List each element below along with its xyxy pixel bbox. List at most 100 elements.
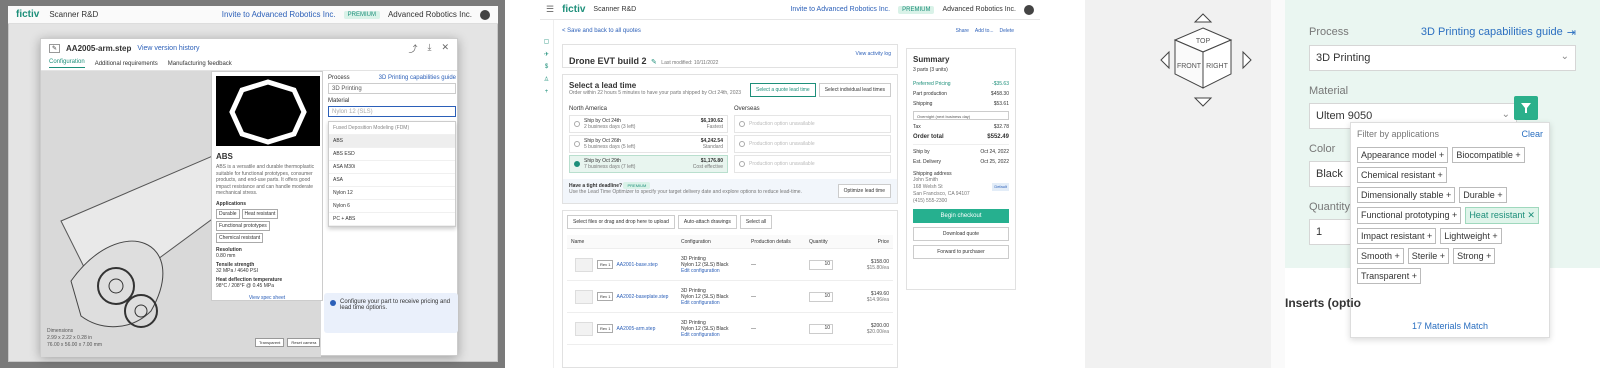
nav-quotes-icon[interactable]: $ (545, 64, 548, 70)
option-asa[interactable]: ASA (329, 174, 455, 187)
rotate-right-arrow[interactable] (1242, 50, 1252, 70)
modal-tabs: Configuration Additional requirements Ma… (41, 57, 457, 71)
download-quote-button[interactable]: Download quote (913, 227, 1009, 241)
table-row[interactable]: Rev 1 AA2001-base.step 3D Printing Nylon 1… (567, 249, 893, 281)
overseas-option-3: Production option unavailable (734, 155, 891, 173)
tab-additional-requirements[interactable]: Additional requirements (95, 61, 158, 67)
summary-card: Summary 3 parts (3 units) Preferred Pric… (906, 48, 1016, 290)
chip-biocompatible[interactable]: Biocompatible + (1452, 147, 1525, 163)
chip-lightweight[interactable]: Lightweight + (1440, 228, 1502, 244)
summary-parts[interactable]: 3 parts (3 units) (913, 67, 1009, 73)
share-icon[interactable]: ⤴ (408, 42, 417, 55)
clear-filters-link[interactable]: Clear (1521, 129, 1543, 139)
capabilities-guide-link[interactable]: 3D Printing capabilities guide (379, 75, 456, 81)
process-select[interactable]: 3D Printing (328, 83, 456, 94)
nav-parts-icon[interactable]: ▢ (544, 38, 550, 45)
process-label: Process (328, 75, 350, 81)
transparent-button[interactable]: Transparent (255, 338, 285, 347)
rotate-down-arrow[interactable] (1193, 97, 1213, 107)
nav-drone-icon[interactable]: ✈ (544, 51, 549, 58)
auto-attach-button[interactable]: Auto-attach drawings (677, 215, 737, 229)
col-quantity[interactable]: Quantity (809, 239, 849, 245)
material-search-input[interactable]: Nylon 12 (SLS) (328, 106, 456, 117)
chip-heat-resistant[interactable]: Heat resistant ✕ (1465, 207, 1539, 224)
viewer-area: TOP FRONT RIGHT (1085, 0, 1271, 368)
optimize-lead-time-button[interactable]: Optimize lead time (837, 184, 891, 198)
begin-checkout-button[interactable]: Begin checkout (913, 209, 1009, 223)
chip-appearance-model[interactable]: Appearance model + (1357, 147, 1449, 163)
brand-logo[interactable]: fictiv (16, 9, 39, 20)
avatar[interactable] (1024, 4, 1034, 15)
filter-button[interactable] (1514, 96, 1538, 120)
tab-manufacturing-feedback[interactable]: Manufacturing feedback (168, 61, 232, 67)
lead-option-standard[interactable]: Ship by Oct 26th 5 business days (5 left)… (569, 135, 728, 153)
filter-icon (1521, 103, 1531, 113)
org-name[interactable]: Advanced Robotics Inc. (388, 10, 472, 19)
chip-durable[interactable]: Durable + (1459, 187, 1507, 203)
individual-lead-time-button[interactable]: Select individual lead times (818, 83, 891, 97)
option-asa-m30i[interactable]: ASA M30i (329, 161, 455, 174)
delete-link[interactable]: Delete (1000, 28, 1014, 34)
table-row[interactable]: Rev 1 AA2002-baseplate.step 3D Printing Ny… (567, 281, 893, 313)
avatar[interactable] (480, 9, 490, 20)
quote-title-card: Drone EVT build 2 ✎ Last modified: 10/11… (562, 44, 898, 68)
part-modal: ✎ AA2005-arm.step View version history ⤴… (40, 38, 458, 357)
option-nylon-12[interactable]: Nylon 12 (329, 187, 455, 200)
option-abs-esd[interactable]: ABS ESD (329, 148, 455, 161)
chevron-down-icon: ⌄ (1501, 109, 1510, 120)
col-name[interactable]: Name (571, 239, 681, 245)
activity-log-link[interactable]: View activity log (856, 51, 891, 57)
option-pc-abs[interactable]: PC + ABS (329, 213, 455, 226)
hdt-value: 98°C / 208°F @ 0.45 MPa (216, 282, 274, 289)
chip-strong[interactable]: Strong + (1453, 248, 1496, 264)
chip-chemical-resistant[interactable]: Chemical resistant + (1357, 167, 1447, 183)
share-link[interactable]: Share (956, 28, 969, 34)
process-select[interactable]: 3D Printing ⌄ (1309, 45, 1576, 71)
edit-name-icon[interactable]: ✎ (651, 59, 657, 66)
forward-to-purchaser-button[interactable]: Forward to purchaser (913, 245, 1009, 259)
materials-match-count[interactable]: 17 Materials Match (1351, 321, 1549, 331)
capabilities-guide-link[interactable]: 3D Printing capabilities guide (1421, 26, 1563, 39)
chip-dimensionally-stable[interactable]: Dimensionally stable + (1357, 187, 1456, 203)
quantity-label: Quantity (1309, 201, 1350, 213)
col-configuration[interactable]: Configuration (681, 239, 751, 245)
invite-link[interactable]: Invite to Advanced Robotics Inc. (790, 6, 890, 13)
lead-option-cost-effective[interactable]: Ship by Oct 29th 7 business days (7 left)… (569, 155, 728, 173)
col-price[interactable]: Price (849, 239, 889, 245)
chip-impact-resistant[interactable]: Impact resistant + (1357, 228, 1437, 244)
menu-icon[interactable]: ☰ (546, 4, 554, 15)
chip-functional-prototyping[interactable]: Functional prototyping + (1357, 207, 1462, 224)
table-row[interactable]: Rev 1 AA2005-arm.step 3D Printing Nylon 12… (567, 313, 893, 345)
info-text: Configure your part to receive pricing a… (340, 299, 451, 311)
tab-configuration[interactable]: Configuration (49, 59, 85, 68)
chip-smooth[interactable]: Smooth + (1357, 248, 1404, 264)
nav-add-icon[interactable]: + (545, 89, 549, 95)
view-cube[interactable]: TOP FRONT RIGHT (1085, 10, 1271, 110)
spec-sheet-link[interactable]: View spec sheet (216, 295, 318, 301)
back-link[interactable]: < Save and back to all quotes (562, 28, 641, 34)
lead-option-fastest[interactable]: Ship by Oct 24th 2 business days (3 left)… (569, 115, 728, 133)
brand-logo[interactable]: fictiv (562, 4, 585, 15)
quote-lead-time-button[interactable]: Select a quote lead time (750, 83, 816, 97)
divider (1271, 0, 1285, 368)
preferred-pricing: Preferred Pricing (913, 81, 951, 87)
download-icon[interactable]: ⤓ (427, 42, 431, 55)
chip-sterile[interactable]: Sterile + (1407, 248, 1450, 264)
nav-orders-icon[interactable]: ♙ (544, 76, 549, 83)
select-all-button[interactable]: Select all (739, 215, 773, 229)
add-to-link[interactable]: Add to... (975, 28, 994, 34)
close-icon[interactable]: ✕ (441, 42, 449, 55)
option-abs[interactable]: ABS (329, 135, 455, 148)
rotate-left-arrow[interactable] (1160, 50, 1170, 70)
chip-transparent[interactable]: Transparent + (1357, 268, 1421, 284)
reset-camera-button[interactable]: Reset camera (287, 338, 321, 347)
org-name[interactable]: Advanced Robotics Inc. (942, 6, 1016, 13)
external-guide-icon[interactable]: ⇥ (1567, 26, 1576, 39)
shipping-method-select[interactable]: Overnight (next business day) (913, 111, 1009, 120)
invite-link[interactable]: Invite to Advanced Robotics Inc. (222, 10, 336, 19)
option-nylon-6[interactable]: Nylon 6 (329, 200, 455, 213)
top-bar: fictiv Scanner R&D Invite to Advanced Ro… (8, 6, 498, 24)
rotate-up-arrow[interactable] (1193, 13, 1213, 23)
upload-button[interactable]: Select files or drag and drop here to up… (567, 215, 675, 229)
version-history-link[interactable]: View version history (137, 45, 199, 52)
